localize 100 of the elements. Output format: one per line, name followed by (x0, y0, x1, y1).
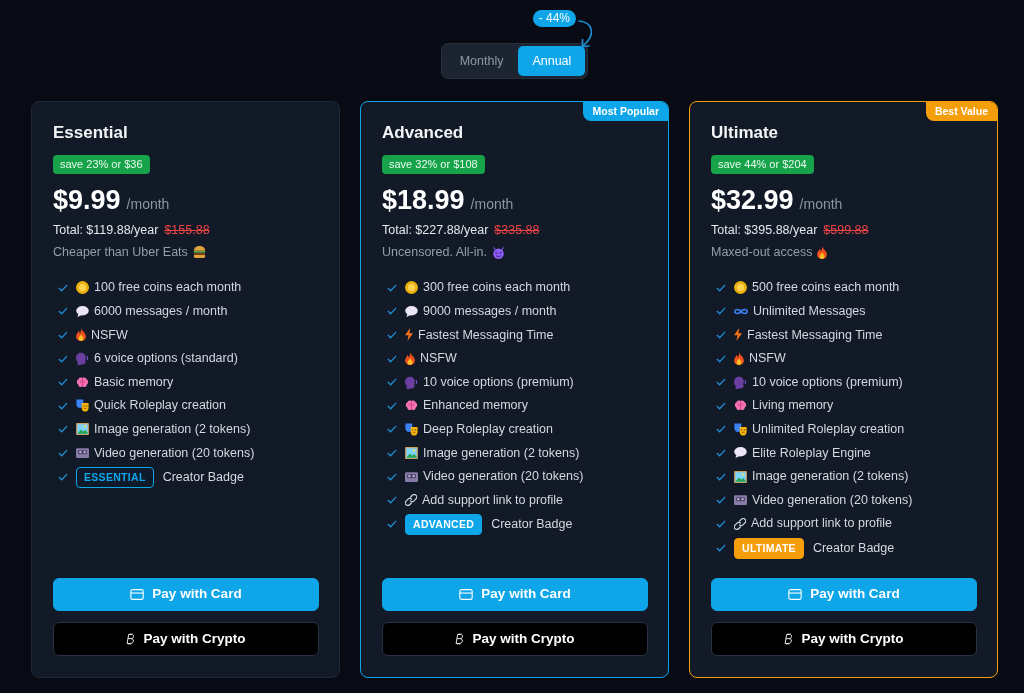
savings-tag: save 44% or $204 (711, 155, 814, 174)
feature-text: Video generation (20 tokens) (94, 444, 255, 462)
feature-text: Elite Roleplay Engine (752, 444, 871, 462)
pay-with-card-button[interactable]: Pay with Card (53, 578, 319, 611)
theater-masks-icon (734, 422, 747, 436)
feature-text: Image generation (2 tokens) (94, 421, 251, 438)
plan-price: $9.99 (53, 184, 121, 216)
feature-text: Fastest Messaging Time (418, 326, 554, 344)
check-icon (716, 496, 726, 505)
head-silhouette-icon (405, 375, 418, 389)
check-icon (716, 448, 726, 457)
feature-text: Living memory (752, 397, 834, 415)
plan-tagline: Uncensored. All-in. (382, 244, 487, 261)
credit-card-icon (130, 589, 145, 600)
savings-tag: save 32% or $108 (382, 155, 485, 174)
check-icon (716, 283, 726, 292)
check-icon (58, 283, 68, 292)
plan-title: Ultimate (711, 122, 780, 144)
devil-face-icon (491, 245, 505, 259)
link-icon (405, 494, 417, 507)
feature-text: Video generation (20 tokens) (423, 468, 584, 486)
feature-text: Fastest Messaging Time (747, 326, 883, 344)
check-icon (716, 472, 726, 481)
feature-text: Add support link to profile (422, 491, 564, 509)
yearly-total: Total: $227.88/year (382, 222, 489, 239)
infinity-icon (734, 307, 748, 315)
check-icon (58, 473, 68, 482)
creator-tag: ADVANCED (405, 513, 483, 535)
feature-text: Unlimited Roleplay creation (752, 421, 905, 438)
speech-bubble-icon (405, 305, 418, 317)
price-period: /month (799, 195, 843, 214)
check-icon (716, 307, 726, 316)
feature-text: NSFW (420, 350, 457, 368)
head-silhouette-icon (76, 352, 89, 366)
feature-text: Enhanced memory (423, 397, 528, 415)
pay-with-crypto-button[interactable]: Pay with Crypto (53, 622, 319, 656)
check-icon (387, 307, 397, 316)
feature-text: 10 voice options (premium) (752, 373, 903, 391)
credit-card-icon (788, 589, 803, 600)
pay-with-crypto-button[interactable]: Pay with Crypto (382, 622, 648, 656)
pay-with-card-button[interactable]: Pay with Card (382, 578, 648, 611)
check-icon (716, 401, 726, 410)
plan-price: $32.99 (711, 184, 794, 216)
price-period: /month (126, 195, 170, 214)
feature-text: 500 free coins each month (752, 279, 900, 297)
check-icon (387, 283, 397, 292)
burger-icon (192, 246, 206, 258)
check-icon (58, 307, 68, 316)
flame-icon (405, 352, 415, 366)
yearly-total: Total: $395.88/year (711, 222, 818, 239)
pay-with-card-button[interactable]: Pay with Card (711, 578, 977, 611)
billing-period-tab[interactable]: Monthly (445, 46, 518, 76)
check-icon (387, 425, 397, 434)
feature-text: 10 voice options (premium) (423, 373, 574, 391)
link-icon (734, 517, 746, 530)
feature-text: Image generation (2 tokens) (752, 468, 909, 486)
coin-icon (405, 281, 418, 295)
flame-icon (817, 245, 828, 259)
framed-picture-icon (76, 423, 89, 436)
cassette-icon (405, 471, 418, 482)
original-price: $155.88 (164, 222, 210, 239)
speech-bubble-icon (76, 305, 89, 317)
plan-title: Advanced (382, 122, 465, 144)
coin-icon (76, 281, 89, 295)
feature-text: Image generation (2 tokens) (423, 444, 580, 462)
feature-text: Video generation (20 tokens) (752, 491, 913, 509)
speech-bubble-icon (734, 447, 747, 459)
check-icon (716, 519, 726, 528)
plan-ribbon: Best Value (925, 102, 997, 121)
framed-picture-icon (734, 470, 747, 483)
credit-card-icon (459, 589, 474, 600)
check-icon (58, 354, 68, 363)
billing-period-tab[interactable]: Annual (518, 46, 586, 76)
check-icon (387, 472, 397, 481)
pay-with-crypto-button[interactable]: Pay with Crypto (711, 622, 977, 656)
theater-masks-icon (405, 422, 418, 436)
check-icon (387, 520, 397, 529)
check-icon (58, 425, 68, 434)
brain-icon (405, 400, 418, 412)
creator-tag: ULTIMATE (734, 537, 804, 559)
brain-icon (734, 400, 747, 412)
lightning-bolt-icon (734, 328, 742, 342)
lightning-bolt-icon (405, 328, 413, 342)
coin-icon (734, 281, 747, 295)
plan-price: $18.99 (382, 184, 465, 216)
feature-text: NSFW (91, 326, 128, 344)
creator-tag: ESSENTIAL (76, 466, 154, 488)
check-icon (716, 378, 726, 387)
feature-text: Creator Badge (812, 539, 895, 557)
discount-tag: - 44% (532, 10, 576, 27)
check-icon (387, 354, 397, 363)
yearly-total: Total: $119.88/year (53, 222, 159, 239)
head-silhouette-icon (734, 375, 747, 389)
plan-ribbon: Most Popular (583, 102, 668, 121)
feature-text: 300 free coins each month (423, 279, 571, 297)
bitcoin-icon (784, 633, 794, 645)
check-icon (387, 331, 397, 339)
feature-text: 100 free coins each month (94, 279, 242, 297)
check-icon (58, 401, 68, 410)
feature-text: Basic memory (94, 373, 174, 391)
